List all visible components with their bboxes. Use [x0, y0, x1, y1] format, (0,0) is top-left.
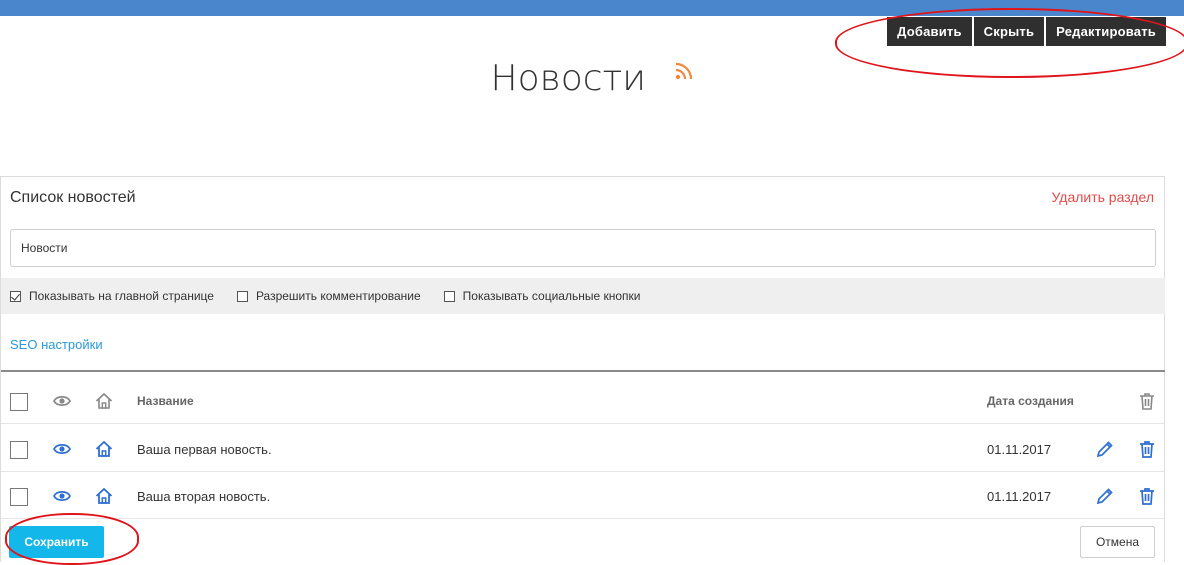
save-button[interactable]: Сохранить [9, 526, 104, 558]
news-date: 01.11.2017 [987, 442, 1052, 457]
news-date: 01.11.2017 [987, 489, 1052, 504]
seo-settings-link[interactable]: SEO настройки [10, 337, 103, 352]
option-social-buttons[interactable]: Показывать социальные кнопки [443, 289, 641, 303]
option-allow-comments[interactable]: Разрешить комментирование [236, 289, 421, 303]
top-bar [0, 0, 1184, 16]
eye-icon[interactable] [52, 439, 72, 459]
rss-icon[interactable] [675, 62, 693, 80]
column-date-header[interactable]: Дата создания [987, 394, 1074, 408]
trash-icon[interactable] [1137, 391, 1157, 411]
trash-icon[interactable] [1137, 486, 1157, 506]
select-all-checkbox[interactable] [10, 393, 28, 411]
home-icon[interactable] [94, 486, 114, 506]
section-title: Список новостей [10, 189, 136, 206]
table-header: Название Дата создания [1, 377, 1165, 424]
eye-icon[interactable] [52, 486, 72, 506]
checkbox-allow-comments[interactable] [236, 290, 248, 302]
row-checkbox[interactable] [10, 441, 28, 459]
pencil-icon[interactable] [1095, 486, 1115, 506]
page-title-block: Новости [0, 56, 1184, 99]
cancel-button[interactable]: Отмена [1080, 526, 1155, 558]
checkbox-show-on-main[interactable] [10, 290, 21, 302]
checkbox-social-buttons[interactable] [443, 290, 455, 302]
option-label: Показывать социальные кнопки [462, 289, 641, 303]
option-label: Показывать на главной странице [29, 289, 214, 303]
table-row: Ваша первая новость. 01.11.2017 [1, 425, 1165, 472]
news-title[interactable]: Ваша первая новость. [137, 442, 272, 457]
delete-section-link[interactable]: Удалить раздел [1051, 189, 1154, 205]
column-name-header[interactable]: Название [137, 394, 194, 408]
row-divider [1, 423, 1165, 424]
news-title[interactable]: Ваша вторая новость. [137, 489, 270, 504]
home-icon[interactable] [94, 439, 114, 459]
admin-toolbar: Добавить Скрыть Редактировать [887, 17, 1166, 46]
pencil-icon[interactable] [1095, 439, 1115, 459]
add-button[interactable]: Добавить [887, 17, 972, 46]
home-icon [95, 392, 113, 409]
section-name-input[interactable] [10, 229, 1156, 267]
trash-icon[interactable] [1137, 439, 1157, 459]
table-row: Ваша вторая новость. 01.11.2017 [1, 472, 1165, 519]
eye-icon [52, 395, 72, 407]
news-panel: Список новостей Удалить раздел Показыват… [0, 176, 1165, 562]
page-title: Новости [490, 57, 647, 99]
row-checkbox[interactable] [10, 488, 28, 506]
hide-button[interactable]: Скрыть [973, 17, 1045, 46]
divider [1, 370, 1165, 372]
option-show-on-main[interactable]: Показывать на главной странице [10, 289, 214, 303]
options-bar: Показывать на главной странице Разрешить… [1, 278, 1165, 314]
row-divider [1, 518, 1165, 519]
option-label: Разрешить комментирование [255, 289, 421, 303]
edit-button[interactable]: Редактировать [1046, 17, 1166, 46]
